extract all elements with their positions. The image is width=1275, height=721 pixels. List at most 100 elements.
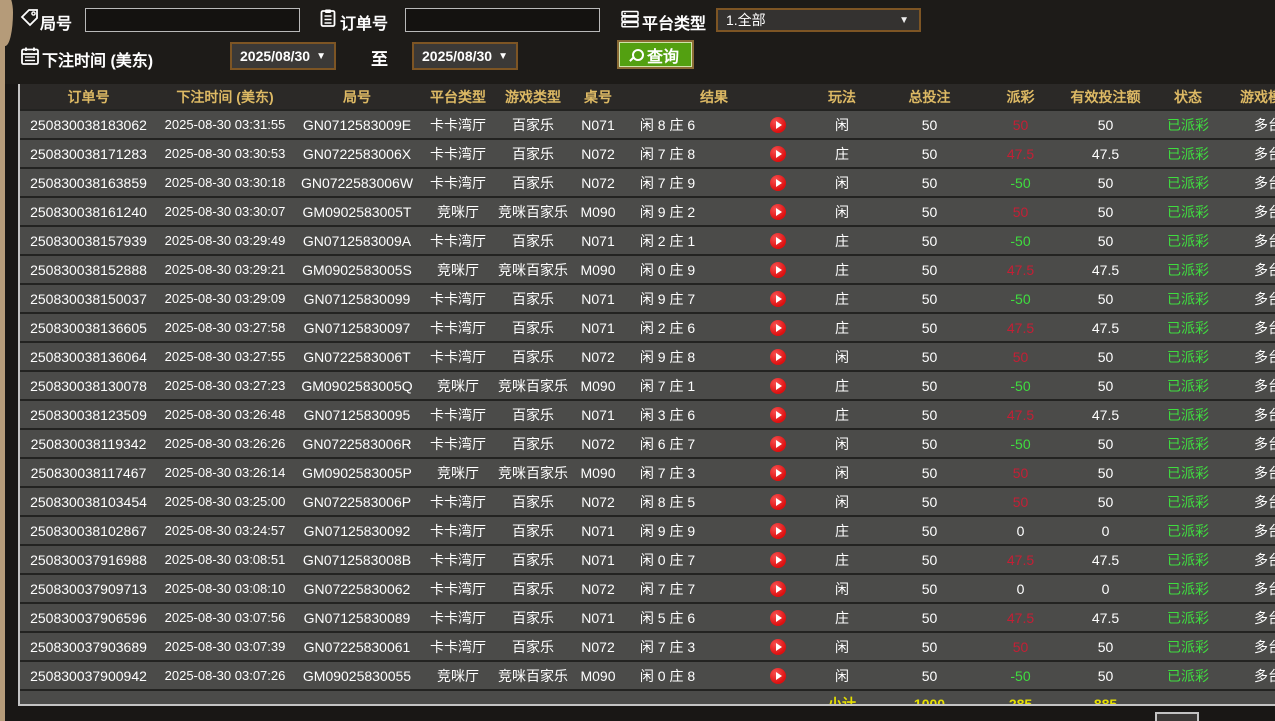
cell-game-type: 百家乐: [512, 290, 554, 307]
cell-result: 闲 9 庄 9: [625, 516, 803, 545]
cell-valid-bet: 50: [1097, 232, 1114, 249]
cell-game-mode: 多台: [1254, 261, 1275, 278]
left-edge-strip: [0, 0, 5, 721]
cell-order-id: 250830038123509: [30, 406, 147, 423]
cell-game-mode: 多台: [1254, 551, 1275, 568]
cell-game-mode: 多台: [1254, 145, 1275, 162]
play-video-icon[interactable]: [770, 232, 786, 249]
cell-game-mode: 多台: [1254, 116, 1275, 133]
play-video-icon[interactable]: [770, 145, 786, 162]
cell-bet-time: 2025-08-30 03:30:07: [164, 204, 286, 219]
cell-bet-time: 2025-08-30 03:07:39: [164, 639, 286, 654]
cell-platform: 卡卡湾厅: [430, 174, 486, 191]
cell-game-no: GN07125830089: [303, 609, 411, 626]
play-video-icon[interactable]: [770, 464, 786, 481]
play-video-icon[interactable]: [770, 261, 786, 278]
cell-platform: 卡卡湾厅: [430, 551, 486, 568]
play-video-icon[interactable]: [770, 667, 786, 684]
result-text: 闲 0 庄 9: [639, 261, 696, 278]
play-video-icon[interactable]: [770, 580, 786, 597]
cell-game-type: 百家乐: [512, 232, 554, 249]
cell-payout: 50: [1012, 348, 1029, 365]
cell-game-mode: 多台: [1254, 638, 1275, 655]
result-text: 闲 3 庄 6: [639, 406, 696, 423]
play-video-icon[interactable]: [770, 348, 786, 365]
play-video-icon[interactable]: [770, 551, 786, 568]
order-no-input[interactable]: [405, 8, 600, 32]
query-button[interactable]: 查询: [617, 40, 694, 69]
play-video-icon[interactable]: [770, 174, 786, 191]
play-video-icon[interactable]: [770, 377, 786, 394]
result-text: 闲 7 庄 1: [639, 377, 696, 394]
result-text: 闲 7 庄 3: [639, 638, 696, 655]
cell-platform: 竞咪厅: [437, 203, 479, 220]
cell-game-mode: 多台: [1254, 406, 1275, 423]
date-from-picker[interactable]: 2025/08/30 ▼: [230, 42, 336, 70]
cell-total-bet: 50: [921, 203, 938, 220]
cell-platform: 卡卡湾厅: [430, 493, 486, 510]
cell-game-type: 百家乐: [512, 145, 554, 162]
play-video-icon[interactable]: [770, 290, 786, 307]
cell-game-no: GN0722583006P: [302, 493, 412, 510]
play-video-icon[interactable]: [770, 493, 786, 510]
play-video-icon[interactable]: [770, 203, 786, 220]
cell-game-mode: 多台: [1254, 377, 1275, 394]
cell-game-no: GM0902583005S: [302, 261, 412, 278]
cell-table-no: M090: [580, 464, 616, 481]
cell-platform: 卡卡湾厅: [430, 522, 486, 539]
play-video-icon[interactable]: [770, 116, 786, 133]
result-text: 闲 9 庄 2: [639, 203, 696, 220]
play-video-icon[interactable]: [770, 638, 786, 655]
cell-result: 闲 2 庄 1: [625, 226, 803, 255]
cell-game-mode: 多台: [1254, 609, 1275, 626]
platform-type-select[interactable]: 1.全部 ▼: [716, 8, 921, 32]
cell-game-no: GM0902583005P: [302, 464, 412, 481]
pager-button-partial[interactable]: [1155, 712, 1199, 721]
cell-table-no: N071: [581, 319, 615, 336]
cell-result: 闲 7 庄 8: [625, 139, 803, 168]
date-to-picker[interactable]: 2025/08/30 ▼: [412, 42, 518, 70]
cell-bet-time: 2025-08-30 03:24:57: [164, 523, 286, 538]
cell-game-mode: 多台: [1254, 493, 1275, 510]
col-header-game-mode: 游戏模式: [1228, 84, 1275, 110]
table-row: 250830038163859 2025-08-30 03:30:18 GN0722…: [20, 168, 1275, 197]
cell-game-type: 百家乐: [512, 174, 554, 191]
cell-valid-bet: 50: [1097, 348, 1114, 365]
cell-valid-bet: 50: [1097, 377, 1114, 394]
cell-table-no: N072: [581, 145, 615, 162]
cell-platform: 竞咪厅: [437, 667, 479, 684]
cell-table-no: N071: [581, 609, 615, 626]
play-video-icon[interactable]: [770, 406, 786, 423]
cell-game-no: GN07125830095: [303, 406, 411, 423]
table-row: 250830037900942 2025-08-30 03:07:26 GM0902…: [20, 661, 1275, 690]
game-no-input[interactable]: [85, 8, 300, 32]
cell-game-no: GN07125830092: [303, 522, 411, 539]
cell-game-type: 竞咪百家乐: [498, 377, 568, 394]
play-video-icon[interactable]: [770, 522, 786, 539]
chevron-down-icon: ▼: [498, 50, 508, 62]
cell-platform: 卡卡湾厅: [430, 145, 486, 162]
table-row: 250830038171283 2025-08-30 03:30:53 GN0722…: [20, 139, 1275, 168]
cell-bet-time: 2025-08-30 03:27:23: [164, 378, 286, 393]
play-video-icon[interactable]: [770, 319, 786, 336]
cell-play: 闲: [835, 464, 849, 481]
table-row: 250830037906596 2025-08-30 03:07:56 GN0712…: [20, 603, 1275, 632]
cell-play: 闲: [835, 174, 849, 191]
cell-table-no: N072: [581, 435, 615, 452]
play-video-icon[interactable]: [770, 435, 786, 452]
cell-result: 闲 6 庄 7: [625, 429, 803, 458]
cell-game-no: GN0722583006T: [303, 348, 411, 365]
cell-play: 庄: [835, 232, 849, 249]
cell-total-bet: 50: [921, 348, 938, 365]
cell-order-id: 250830037916988: [30, 551, 147, 568]
table-row: 250830038102867 2025-08-30 03:24:57 GN0712…: [20, 516, 1275, 545]
date-range-to-label: 至: [371, 50, 388, 69]
cell-table-no: N072: [581, 174, 615, 191]
col-header-status: 状态: [1148, 84, 1228, 110]
cell-game-mode: 多台: [1254, 203, 1275, 220]
cell-game-type: 百家乐: [512, 638, 554, 655]
cell-status: 已派彩: [1167, 493, 1209, 510]
bet-records-table: 订单号 下注时间 (美东) 局号 平台类型 游戏类型 桌号 结果 玩法 总投注 …: [18, 84, 1275, 706]
cell-result: 闲 0 庄 8: [625, 661, 803, 690]
play-video-icon[interactable]: [770, 609, 786, 626]
